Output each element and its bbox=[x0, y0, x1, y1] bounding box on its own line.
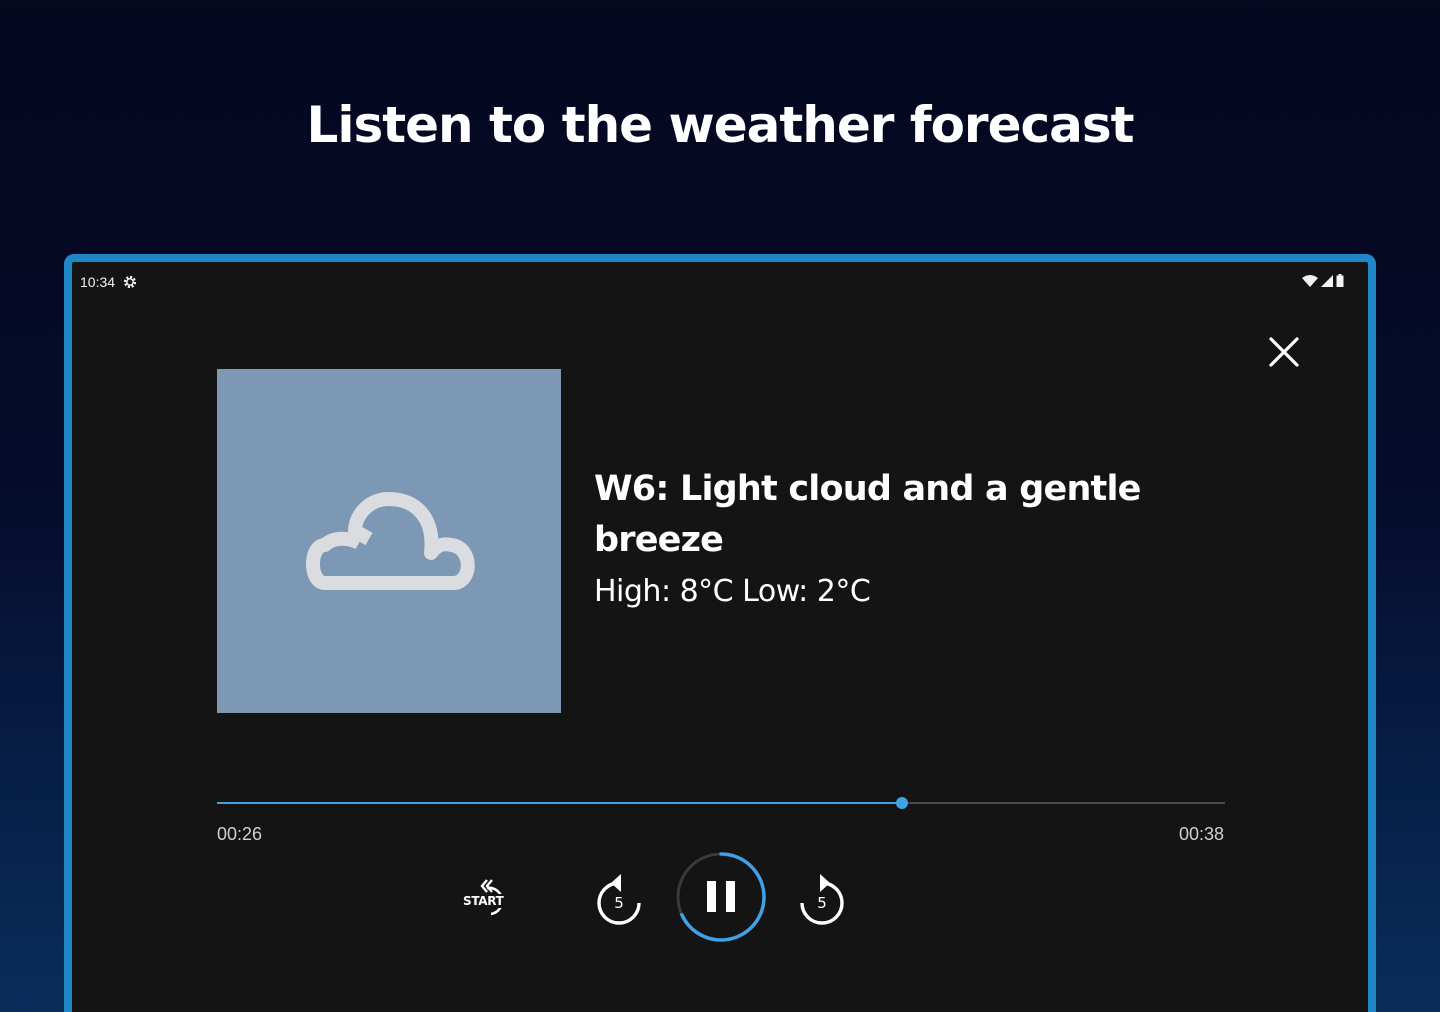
cloud-icon bbox=[306, 492, 475, 590]
progress-fill bbox=[217, 802, 903, 804]
settings-gear-icon bbox=[123, 275, 137, 289]
forward-5-button[interactable]: 5 bbox=[795, 867, 849, 927]
battery-icon bbox=[1336, 274, 1344, 287]
rewind-5-button[interactable]: 5 bbox=[592, 867, 646, 927]
status-time: 10:34 bbox=[80, 274, 116, 290]
forecast-title: W6: Light cloud and a gentle breeze bbox=[594, 469, 1141, 560]
pause-button[interactable] bbox=[675, 851, 767, 943]
close-icon bbox=[1269, 337, 1299, 367]
forward-seconds: 5 bbox=[817, 894, 827, 912]
close-button[interactable] bbox=[1262, 330, 1306, 374]
elapsed-time: 00:26 bbox=[217, 824, 263, 844]
start-label: START bbox=[462, 894, 505, 908]
wifi-icon bbox=[1302, 274, 1318, 287]
progress-slider[interactable] bbox=[217, 793, 1225, 813]
cell-signal-icon bbox=[1321, 274, 1333, 287]
weather-artwork bbox=[217, 369, 561, 713]
promo-headline: Listen to the weather forecast bbox=[306, 96, 1134, 154]
status-bar: 10:34 bbox=[72, 262, 1368, 292]
forecast-temperatures: High: 8°C Low: 2°C bbox=[594, 574, 871, 609]
restart-button[interactable]: START bbox=[457, 874, 517, 924]
progress-thumb[interactable] bbox=[896, 797, 909, 809]
pause-icon bbox=[676, 852, 766, 942]
status-icons bbox=[1302, 274, 1344, 287]
total-time: 00:38 bbox=[1179, 824, 1225, 844]
rewind-seconds: 5 bbox=[614, 894, 624, 912]
device-screen: 10:34 W6: Light cloud and a gentle breez… bbox=[64, 254, 1376, 1012]
